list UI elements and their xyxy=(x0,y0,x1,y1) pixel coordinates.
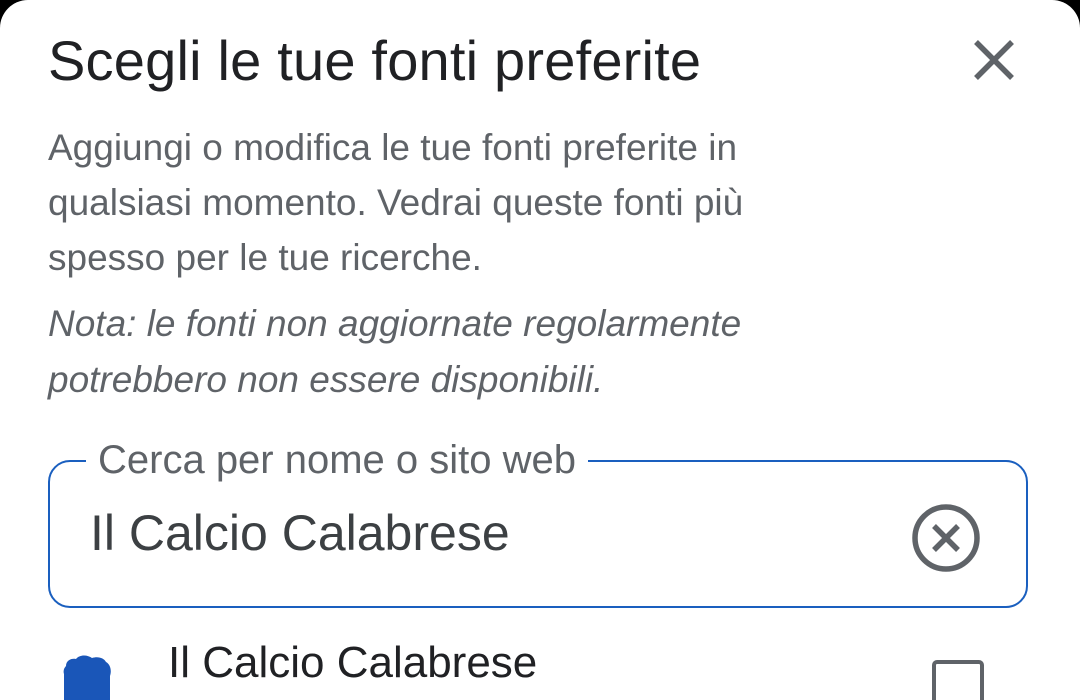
search-input[interactable] xyxy=(90,498,870,568)
result-checkbox[interactable] xyxy=(932,660,984,700)
close-icon xyxy=(974,40,1014,80)
source-logo-icon xyxy=(63,655,111,700)
favorite-sources-dialog: Scegli le tue fonti preferite Aggiungi o… xyxy=(0,0,1080,700)
dialog-description: Aggiungi o modifica le tue fonti preferi… xyxy=(48,127,744,278)
close-button[interactable] xyxy=(958,24,1030,96)
search-field-label: Cerca per nome o sito web xyxy=(86,434,589,486)
result-source-name: Il Calcio Calabrese xyxy=(168,638,538,687)
dialog-title: Scegli le tue fonti preferite xyxy=(48,29,702,92)
dialog-note: Nota: le fonti non aggiornate regolarmen… xyxy=(48,303,742,400)
result-list-item[interactable]: Il Calcio Calabrese xyxy=(0,630,1080,700)
clear-circle-icon xyxy=(912,504,980,572)
clear-search-button[interactable] xyxy=(908,500,984,576)
search-field[interactable]: Cerca per nome o sito web xyxy=(48,434,1028,608)
